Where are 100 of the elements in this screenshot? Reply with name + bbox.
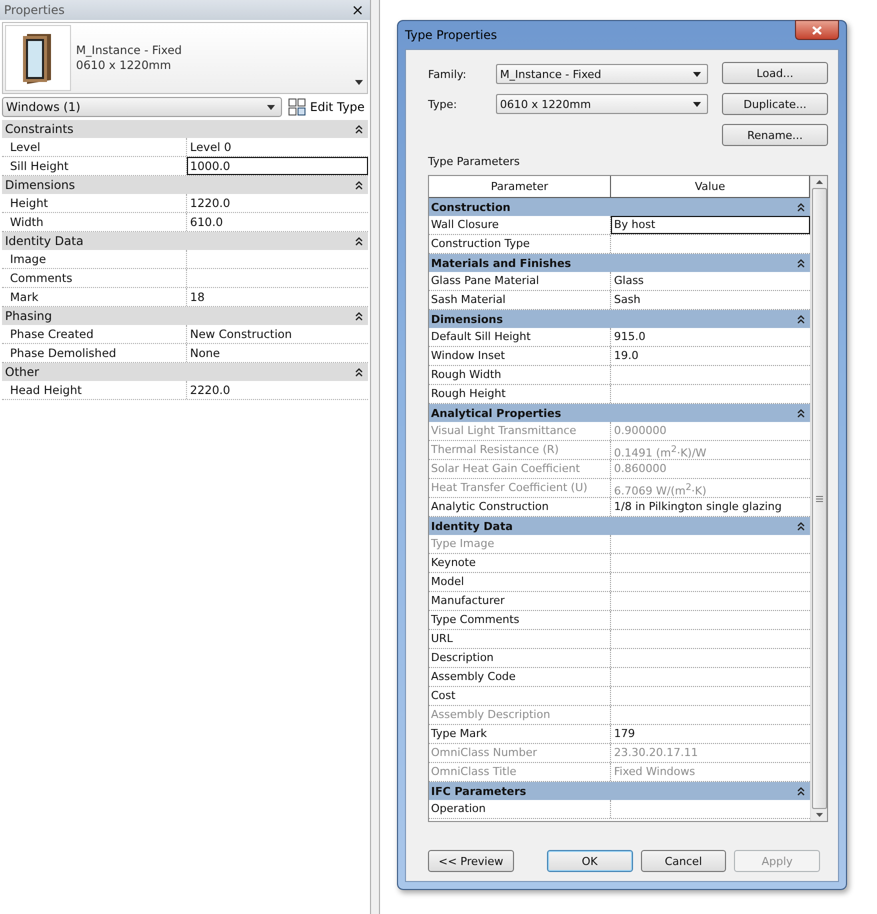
- edit-type-button[interactable]: Edit Type: [286, 98, 367, 116]
- collapse-icon: [355, 180, 363, 190]
- parameter-value[interactable]: By host: [611, 216, 810, 234]
- parameter-name: OmniClass Title: [429, 763, 611, 781]
- property-name: Width: [2, 213, 187, 231]
- parameter-value[interactable]: 179: [611, 725, 810, 743]
- property-name: Image: [2, 250, 187, 268]
- type-size: 0610 x 1220mm: [76, 58, 172, 73]
- property-value[interactable]: 1220.0: [187, 194, 368, 212]
- parameter-name: Description: [429, 649, 611, 667]
- type-label: Type:: [428, 98, 458, 110]
- column-header: Parameter: [429, 176, 611, 197]
- parameter-name: Keynote: [429, 554, 611, 572]
- property-value[interactable]: 2220.0: [187, 381, 368, 399]
- parameter-name: Model: [429, 573, 611, 591]
- dialog-button[interactable]: << Preview: [428, 850, 514, 872]
- group-header[interactable]: Identity Data: [2, 232, 368, 250]
- group-header[interactable]: Analytical Properties: [429, 404, 810, 422]
- parameter-name: Sash Material: [429, 291, 611, 309]
- type-selector[interactable]: M_Instance - Fixed 0610 x 1220mm: [2, 22, 368, 94]
- property-value[interactable]: New Construction: [187, 325, 368, 343]
- property-value[interactable]: 1000.0: [187, 157, 368, 175]
- parameter-value[interactable]: 915.0: [611, 328, 810, 346]
- group-header[interactable]: Phasing: [2, 307, 368, 325]
- dialog-title: Type Properties: [405, 28, 498, 42]
- scroll-up-icon[interactable]: [816, 180, 822, 184]
- scrollbar[interactable]: [810, 176, 827, 821]
- parameter-name: URL: [429, 630, 611, 648]
- grip-icon: [816, 496, 822, 502]
- property-name: Head Height: [2, 381, 187, 399]
- type-dropdown[interactable]: 0610 x 1220mm: [496, 94, 708, 114]
- close-button[interactable]: [795, 20, 839, 40]
- parameter-value[interactable]: Glass: [611, 272, 810, 290]
- parameter-name: Rough Height: [429, 385, 611, 403]
- property-value[interactable]: 610.0: [187, 213, 368, 231]
- group-header[interactable]: Other: [2, 363, 368, 381]
- parameter-name: Visual Light Transmittance: [429, 422, 611, 440]
- family-name: M_Instance - Fixed: [76, 43, 182, 58]
- parameter-name: Construction Type: [429, 235, 611, 253]
- parameter-name: Cost: [429, 687, 611, 705]
- group-header[interactable]: Dimensions: [2, 176, 368, 194]
- parameter-name: Operation: [429, 800, 611, 818]
- dropdown-arrow-icon: [267, 104, 275, 110]
- dialog-button[interactable]: Load...: [722, 62, 828, 84]
- scroll-down-icon[interactable]: [816, 813, 822, 817]
- group-header[interactable]: IFC Parameters: [429, 782, 810, 800]
- collapse-icon: [355, 236, 363, 246]
- category-dropdown[interactable]: Windows (1): [2, 97, 282, 117]
- property-value[interactable]: 18: [187, 288, 368, 306]
- property-name: Sill Height: [2, 157, 187, 175]
- section-label: Type Parameters: [428, 155, 521, 168]
- parameter-name: Heat Transfer Coefficient (U): [429, 479, 611, 497]
- group-header[interactable]: Identity Data: [429, 517, 810, 535]
- dropdown-arrow-icon: [355, 80, 363, 85]
- parameter-name: OmniClass Number: [429, 744, 611, 762]
- property-name: Phase Created: [2, 325, 187, 343]
- close-button[interactable]: ×: [351, 1, 364, 19]
- dialog-button[interactable]: Rename...: [722, 124, 828, 146]
- property-name: Mark: [2, 288, 187, 306]
- group-header[interactable]: Construction: [429, 198, 810, 216]
- dropdown-arrow-icon: [693, 102, 701, 106]
- parameter-value[interactable]: Sash: [611, 291, 810, 309]
- dialog-button[interactable]: Cancel: [640, 850, 726, 872]
- property-name: Height: [2, 194, 187, 212]
- parameter-name: Solar Heat Gain Coefficient: [429, 460, 611, 478]
- grid-icon: [288, 98, 306, 116]
- parameter-value[interactable]: 1/8 in Pilkington single glazing: [611, 498, 810, 516]
- collapse-icon: [797, 314, 805, 324]
- parameter-name: Type Image: [429, 535, 611, 553]
- group-header[interactable]: Dimensions: [429, 310, 810, 328]
- family-label: Family:: [428, 68, 468, 80]
- property-name: Comments: [2, 269, 187, 287]
- dialog-button[interactable]: Duplicate...: [722, 93, 828, 115]
- collapse-icon: [797, 202, 805, 212]
- collapse-icon: [797, 522, 805, 530]
- parameter-value[interactable]: 19.0: [611, 347, 810, 365]
- property-value[interactable]: Level 0: [187, 138, 368, 156]
- parameter-name: Rough Width: [429, 366, 611, 384]
- dialog-button[interactable]: OK: [546, 850, 632, 872]
- collapse-icon: [355, 368, 363, 376]
- parameter-name: Manufacturer: [429, 592, 611, 610]
- family-dropdown[interactable]: M_Instance - Fixed: [496, 64, 708, 84]
- collapse-icon: [797, 408, 805, 418]
- panel-title: Properties: [4, 3, 65, 17]
- close-icon: [812, 26, 822, 34]
- property-name: Phase Demolished: [2, 344, 187, 362]
- parameter-name: Assembly Code: [429, 668, 611, 686]
- group-header[interactable]: Materials and Finishes: [429, 254, 810, 272]
- parameter-name: Glass Pane Material: [429, 272, 611, 290]
- parameter-name: Wall Closure: [429, 216, 611, 234]
- parameter-name: Window Inset: [429, 347, 611, 365]
- property-value[interactable]: None: [187, 344, 368, 362]
- parameter-name: Type Mark: [429, 725, 611, 743]
- parameter-name: Default Sill Height: [429, 328, 611, 346]
- parameter-name: Analytic Construction: [429, 498, 611, 516]
- dropdown-arrow-icon: [693, 72, 701, 76]
- collapse-icon: [797, 786, 805, 796]
- parameter-name: Assembly Description: [429, 706, 611, 724]
- parameter-name: Type Comments: [429, 611, 611, 629]
- group-header[interactable]: Constraints: [2, 120, 368, 138]
